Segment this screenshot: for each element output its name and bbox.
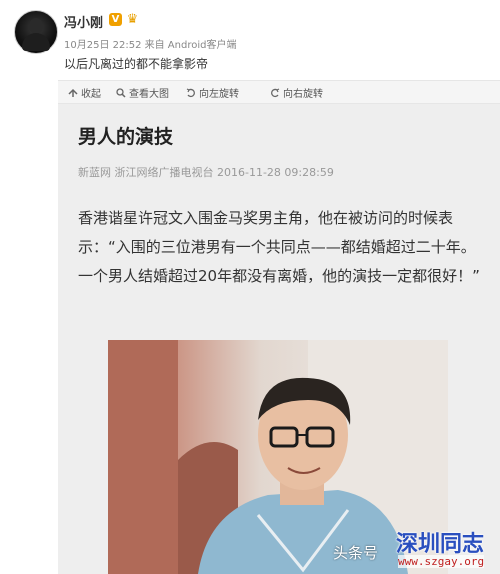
article-title: 男人的演技: [78, 126, 174, 148]
view-large-button[interactable]: 查看大图: [116, 85, 169, 100]
site-watermark: 深圳同志: [396, 531, 485, 557]
toutiao-watermark: 头条号: [333, 544, 379, 562]
site-url-watermark: www.szgay.org: [398, 555, 485, 568]
view-large-label: 查看大图: [129, 89, 169, 100]
post-meta: 10月25日 22:52 来自 Android客户端: [64, 40, 237, 51]
collapse-label: 收起: [81, 89, 101, 100]
rotate-left-button[interactable]: 向左旋转: [186, 85, 239, 100]
article-source: 新蓝网 浙江网络广播电视台 2016-11-28 09:28:59: [78, 166, 334, 179]
rotate-left-label: 向左旋转: [199, 89, 239, 100]
post-header: 冯小刚 V ♛ 10月25日 22:52 来自 Android客户端 以后凡离过…: [0, 0, 500, 90]
username[interactable]: 冯小刚: [64, 12, 103, 31]
rotate-right-label: 向右旋转: [283, 89, 323, 100]
verified-badge-icon: V: [109, 13, 122, 26]
post-text: 以后凡离过的都不能拿影帝: [64, 57, 209, 71]
image-toolbar: 收起 查看大图 向左旋转 向右旋转: [58, 80, 500, 104]
rotate-right-icon: [271, 87, 280, 97]
crown-icon: ♛: [126, 12, 139, 27]
rotate-right-button[interactable]: 向右旋转: [270, 85, 323, 100]
rotate-left-icon: [186, 87, 195, 97]
collapse-button[interactable]: 收起: [68, 85, 101, 100]
article-image[interactable]: 男人的演技 新蓝网 浙江网络广播电视台 2016-11-28 09:28:59 …: [58, 104, 500, 574]
avatar[interactable]: [14, 10, 58, 54]
magnify-icon: [116, 87, 126, 98]
collapse-arrow-icon: [68, 88, 78, 97]
article-body: 香港谐星许冠文入围金马奖男主角，他在被访问的时候表示：“入围的三位港男有一个共同…: [78, 209, 480, 285]
